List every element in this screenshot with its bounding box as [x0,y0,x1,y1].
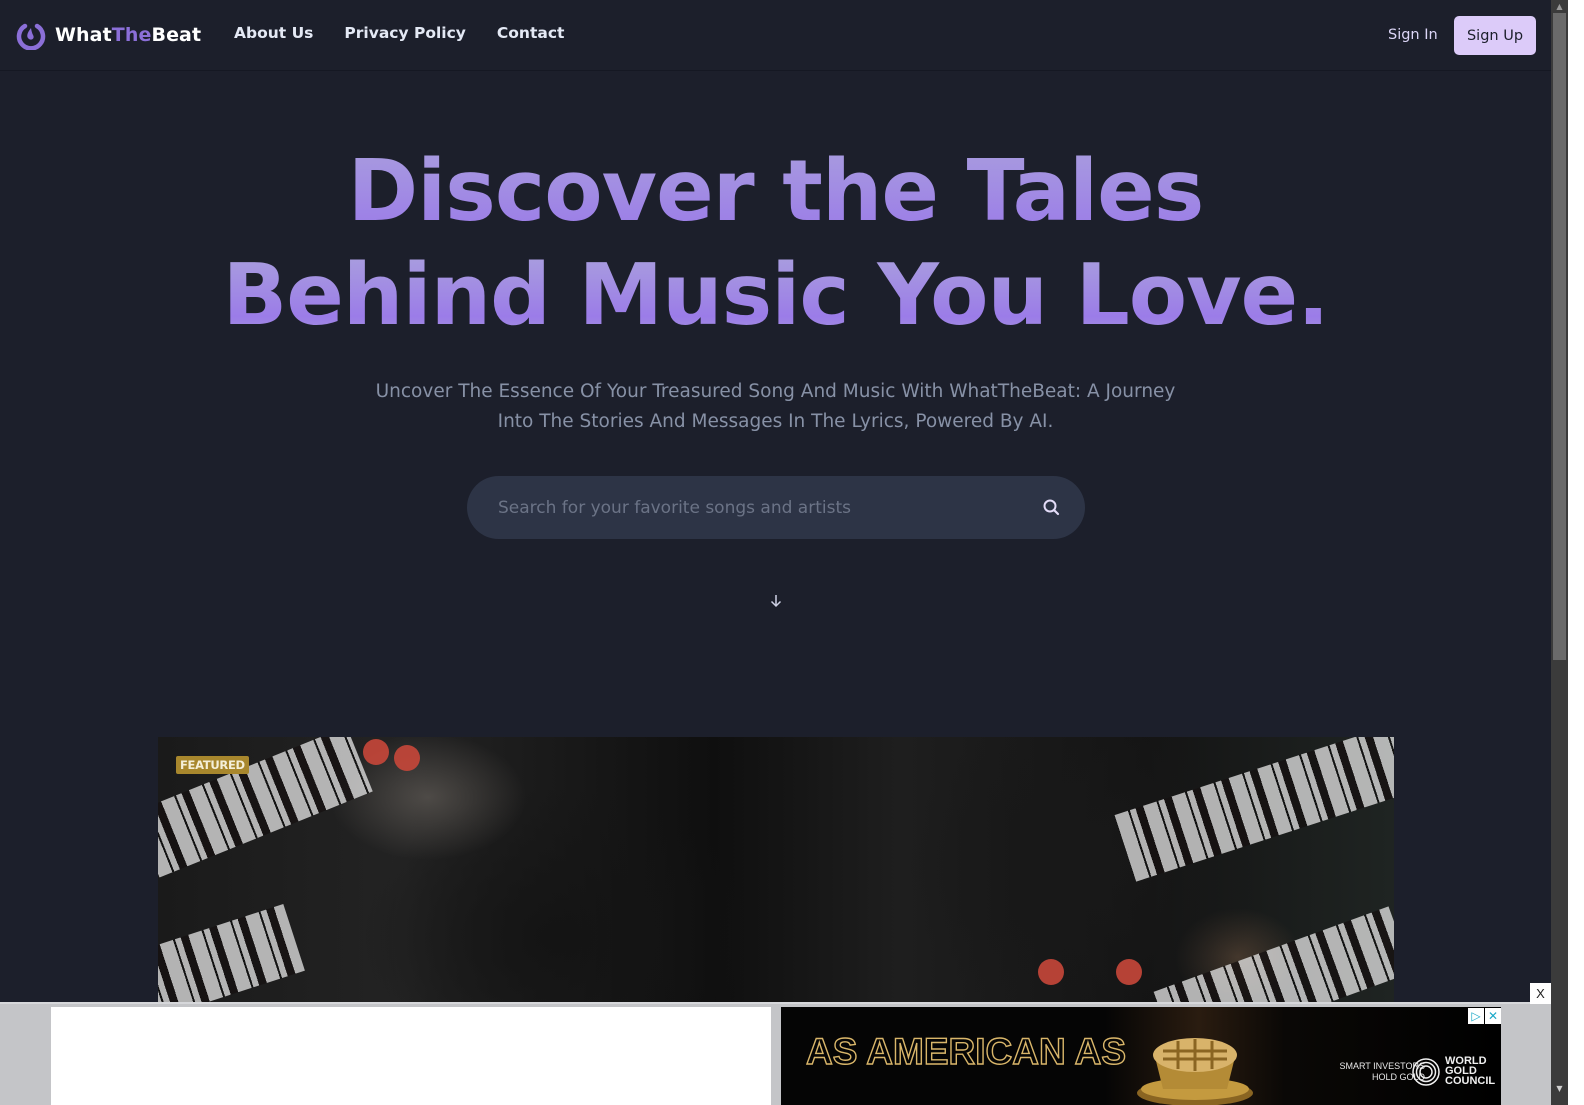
featured-image-detail [1153,906,1394,1017]
ad-choices: ▷ ✕ [1468,1008,1501,1024]
nav-privacy-policy[interactable]: Privacy Policy [344,24,466,42]
brand-name: WhatTheBeat [55,24,202,46]
headline-line-1: Discover the Tales [347,142,1204,241]
scroll-up-icon[interactable]: ▲ [1551,0,1568,13]
nav-links: About Us Privacy Policy Contact [234,24,564,42]
search-bar [467,476,1085,539]
top-nav: WhatTheBeat About Us Privacy Policy Cont… [0,0,1551,71]
featured-badge: FEATURED [176,756,249,774]
ad-dismiss-icon[interactable]: ✕ [1485,1008,1501,1024]
adchoices-icon[interactable]: ▷ [1468,1008,1484,1024]
arrow-down-icon[interactable] [767,592,785,610]
window-edge [1568,0,1584,1105]
hero-headline: Discover the Tales Behind Music You Love… [0,140,1551,348]
logo-icon [16,23,46,50]
featured-image-detail [1116,959,1142,985]
ad-creative[interactable]: AS AMERICAN AS SMART INVESTORS HOLD GOLD … [781,1007,1501,1105]
world-gold-council-logo-icon [1412,1058,1440,1086]
hero-subtitle: Uncover The Essence Of Your Treasured So… [375,381,1176,432]
sign-up-button[interactable]: Sign Up [1454,16,1536,55]
search-icon[interactable] [1041,497,1063,519]
close-ad-button[interactable]: X [1530,983,1551,1004]
page: WhatTheBeat About Us Privacy Policy Cont… [0,0,1551,1105]
featured-card[interactable]: FEATURED [158,737,1394,1017]
featured-image-detail [158,903,305,1017]
nav-about-us[interactable]: About Us [234,24,313,42]
ad-slot-empty [51,1007,771,1105]
scroll-thumb[interactable] [1553,13,1566,660]
page-scrollbar[interactable]: ▲ ▼ [1551,0,1568,1105]
logo-link[interactable]: WhatTheBeat [16,20,201,50]
ad-brand: WORLD GOLD COUNCIL [1445,1055,1496,1087]
nav-contact[interactable]: Contact [497,24,565,42]
ad-banner: AS AMERICAN AS SMART INVESTORS HOLD GOLD … [0,1002,1551,1105]
sign-in-link[interactable]: Sign In [1388,27,1438,43]
featured-image-detail [394,745,420,771]
featured-image-detail [363,739,389,765]
ad-headline: AS AMERICAN AS [805,1030,1126,1072]
scroll-down-icon[interactable]: ▼ [1551,1082,1568,1095]
ad-tagline: SMART INVESTORS HOLD GOLD [1339,1061,1425,1082]
search-input[interactable] [498,476,1018,539]
pie-image-icon [1137,1038,1253,1105]
headline-line-2: Behind Music You Love. [222,246,1329,345]
featured-image-detail [1038,959,1064,985]
featured-image-detail [1114,737,1394,882]
